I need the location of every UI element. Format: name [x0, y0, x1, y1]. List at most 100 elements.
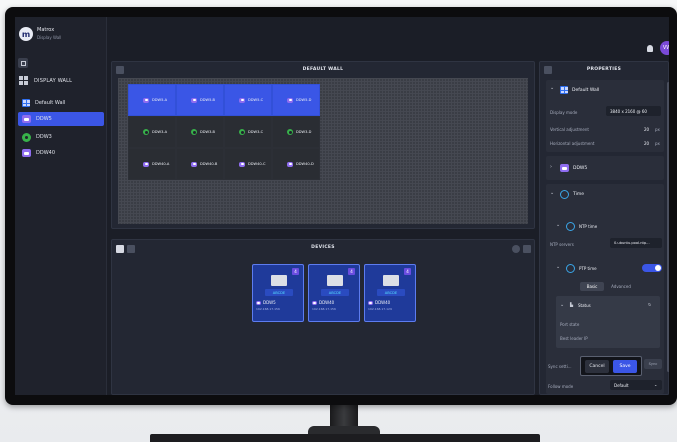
- refresh-icon[interactable]: ↻: [648, 302, 651, 307]
- time-section: ⌄ Time ⌄ NTP time NTP servers 0.ubuntu.p…: [546, 184, 664, 394]
- save-button[interactable]: Save: [613, 360, 637, 373]
- device-icon: [287, 97, 293, 103]
- monitor-icon: [383, 275, 399, 286]
- device-name: DDW5: [256, 300, 276, 305]
- device-card[interactable]: 4 ABCDE DDW5 192.168.17.156: [252, 264, 304, 322]
- collapse-icon[interactable]: [523, 245, 531, 253]
- wall-tile[interactable]: DDW5-D: [272, 84, 320, 116]
- device-icon: [239, 97, 245, 103]
- wall-tile-label: DDW5-A: [152, 98, 168, 102]
- monitor-icon: [271, 275, 287, 286]
- clock-icon: [566, 222, 575, 231]
- devices-title: DEVICES: [311, 245, 335, 250]
- device-code: ABCDE: [321, 289, 349, 296]
- wall-tile[interactable]: DDW3-B: [176, 116, 224, 148]
- chevron-down-icon[interactable]: ⌄: [550, 190, 554, 196]
- wall-tile-label: DDW3-D: [296, 130, 312, 134]
- display-mode-select[interactable]: 3840 x 2160 @ 60: [606, 106, 661, 116]
- gear-icon: [287, 129, 293, 135]
- device-icon: [191, 161, 197, 167]
- wall-tile-label: DDW5-D: [296, 98, 312, 102]
- wall-tile[interactable]: DDW40-A: [128, 148, 176, 180]
- sidebar-item-ddw5[interactable]: DDW5: [18, 112, 104, 126]
- sidebar-item-default-wall[interactable]: Default Wall: [18, 96, 104, 110]
- wall-properties-section: ⌄ Default Wall Display mode 3840 x 2160 …: [546, 80, 664, 152]
- wall-tile-label: DDW3-A: [152, 130, 168, 134]
- port-count-badge: 4: [348, 268, 355, 275]
- gear-icon: [22, 132, 31, 142]
- gear-icon: [239, 129, 245, 135]
- device-icon: [287, 161, 293, 167]
- wall-tiles: DDW5-A DDW5-B DDW5-C DDW5-D DDW3-A DDW3-B DDW3…: [128, 84, 320, 180]
- panel-icon: [20, 60, 26, 66]
- wall-tile[interactable]: DDW3-D: [272, 116, 320, 148]
- wall-panel: DEFAULT WALL DDW5-A DDW5-B DDW5-C DDW5-D DDW…: [111, 61, 535, 229]
- device-ip: 192.168.17.156: [312, 307, 336, 311]
- wall-tile-label: DDW40-C: [248, 162, 266, 166]
- device-ip: 192.168.17.129: [368, 307, 392, 311]
- sidebar-section-display-wall[interactable]: DISPLAY WALL: [19, 76, 72, 85]
- wall-canvas[interactable]: DDW5-A DDW5-B DDW5-C DDW5-D DDW3-A DDW3-B DDW3…: [118, 78, 528, 224]
- wall-tile[interactable]: DDW3-A: [128, 116, 176, 148]
- device-icon: [143, 97, 149, 103]
- chart-icon: ▙: [570, 302, 574, 307]
- properties-scrollbar[interactable]: [667, 82, 669, 372]
- monitor: m Matrox Display Wall DISPLAY WALL Defau…: [5, 7, 677, 405]
- avatar[interactable]: VW: [660, 41, 669, 55]
- tab-basic[interactable]: Basic: [580, 282, 604, 291]
- device-icon: [143, 161, 149, 167]
- wall-icon: [22, 99, 30, 107]
- horizontal-adjustment-input[interactable]: 20: [644, 141, 649, 146]
- chevron-down-icon: ⌄: [654, 382, 658, 387]
- chevron-right-icon[interactable]: ›: [550, 164, 552, 170]
- device-card[interactable]: 4 ABCDE DDW40 192.168.17.129: [364, 264, 416, 322]
- wall-tile[interactable]: DDW40-D: [272, 148, 320, 180]
- wall-tile[interactable]: DDW5-B: [176, 84, 224, 116]
- wall-tile[interactable]: DDW5-C: [224, 84, 272, 116]
- wall-tile-label: DDW5-B: [200, 98, 216, 102]
- save-cancel-popover: Cancel Save: [580, 356, 642, 376]
- chevron-down-icon[interactable]: ⌄: [556, 264, 560, 270]
- wall-tile-label: DDW3-C: [248, 130, 264, 134]
- chevron-down-icon[interactable]: ⌄: [560, 302, 564, 308]
- follow-mode-select[interactable]: Default ⌄: [610, 380, 662, 390]
- clock-icon: [566, 264, 575, 273]
- device-icon: [239, 161, 245, 167]
- bell-icon[interactable]: [647, 45, 653, 52]
- vertical-adjustment-input[interactable]: 20: [644, 127, 649, 132]
- info-icon[interactable]: [512, 245, 520, 253]
- sync-button[interactable]: Sync: [644, 359, 662, 369]
- ntp-servers-input[interactable]: 0.ubuntu.pool.ntp...: [610, 238, 662, 248]
- cancel-button[interactable]: Cancel: [585, 360, 609, 373]
- wall-tile-label: DDW5-C: [248, 98, 264, 102]
- wall-tile[interactable]: DDW5-A: [128, 84, 176, 116]
- monitor-stand-base: [150, 434, 540, 442]
- device-name: DDW40: [368, 300, 390, 305]
- wall-tile[interactable]: DDW40-B: [176, 148, 224, 180]
- brand: m Matrox Display Wall: [19, 27, 61, 41]
- grid-icon: [19, 76, 28, 85]
- sidebar-item-ddw40[interactable]: DDW40: [18, 146, 104, 160]
- port-count-badge: 4: [404, 268, 411, 275]
- chevron-down-icon[interactable]: ⌄: [550, 85, 554, 91]
- wall-tile-label: DDW40-B: [200, 162, 218, 166]
- device-name: DDW40: [312, 300, 334, 305]
- sidebar-item-ddw3[interactable]: DDW3: [18, 130, 104, 144]
- device-ip: 192.168.17.156: [256, 307, 280, 311]
- device-icon: [22, 115, 31, 123]
- device-icon: [191, 97, 197, 103]
- gear-icon: [143, 129, 149, 135]
- collapse-sidebar-button[interactable]: [18, 58, 28, 68]
- clock-icon: [560, 190, 569, 199]
- wall-tile[interactable]: DDW40-C: [224, 148, 272, 180]
- app-subtitle: Display Wall: [37, 35, 62, 40]
- device-card[interactable]: 4 ABCDE DDW40 192.168.17.156: [308, 264, 360, 322]
- ptp-toggle[interactable]: [642, 264, 662, 272]
- chevron-down-icon[interactable]: ⌄: [556, 222, 560, 228]
- sidebar: m Matrox Display Wall DISPLAY WALL Defau…: [15, 17, 107, 395]
- tab-advanced[interactable]: Advanced: [606, 282, 636, 291]
- device-properties-section[interactable]: › DDW5: [546, 156, 664, 180]
- wall-tile-label: DDW3-B: [200, 130, 216, 134]
- wall-tile[interactable]: DDW3-C: [224, 116, 272, 148]
- wall-tile-label: DDW40-A: [152, 162, 170, 166]
